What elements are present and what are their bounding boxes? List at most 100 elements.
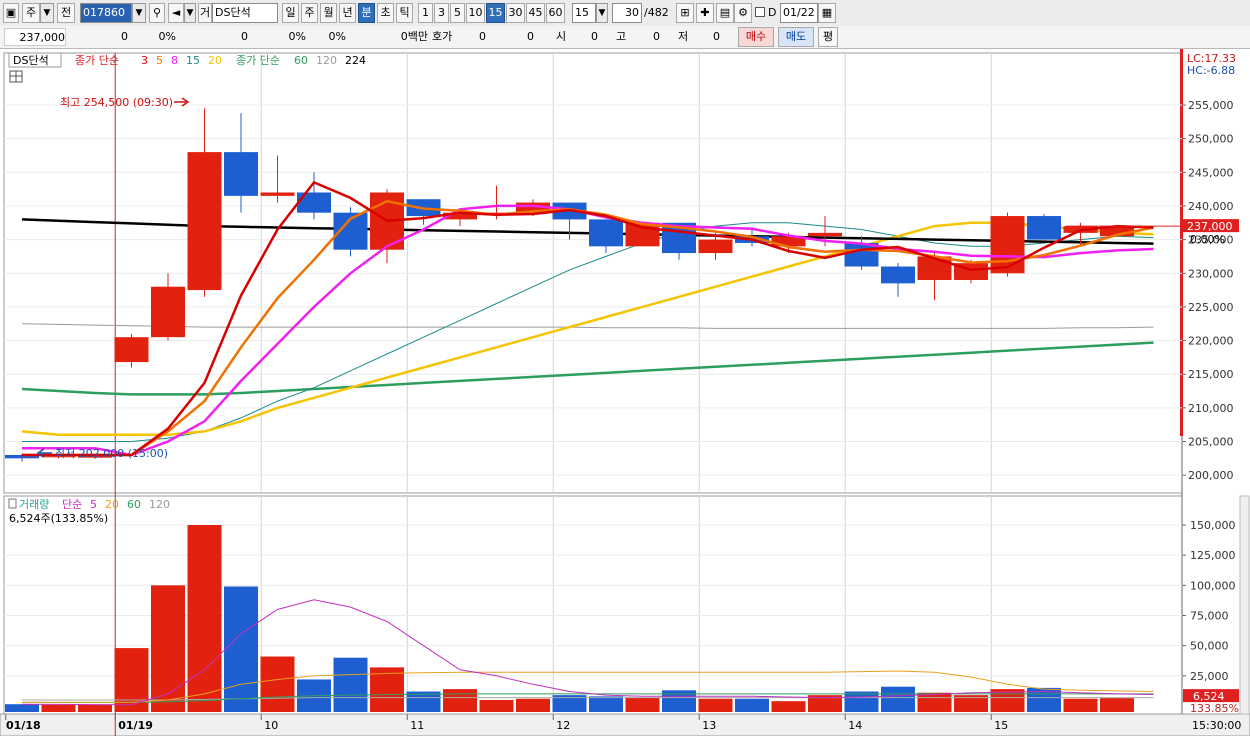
volume-bar <box>881 686 915 712</box>
open-label: 시 <box>556 30 567 43</box>
volume-bar <box>41 704 76 712</box>
gear-icon[interactable]: ⚙ <box>734 3 752 23</box>
volume-bar <box>224 586 258 712</box>
prev-button[interactable]: 전 <box>57 3 75 23</box>
legend-period: 5 <box>156 54 163 67</box>
price-tick-label: 215,000 <box>1188 368 1234 381</box>
calendar-icon[interactable]: ▦ <box>818 3 836 23</box>
period-1-button[interactable]: 주 <box>301 3 318 23</box>
quote-bar: 237,000 0 0% 0 0% 0% 0백만 호가 0 0 시 0 고 0 … <box>0 26 1250 49</box>
legend-period: 20 <box>208 54 222 67</box>
price-tick-label: 200,000 <box>1188 469 1234 482</box>
period-3-button[interactable]: 년 <box>339 3 356 23</box>
chart-svg[interactable]: 255,000250,000245,000240,000235,000230,0… <box>0 49 1250 737</box>
legend2-period: 120 <box>316 54 337 67</box>
market-dropdown-icon[interactable]: ▼ <box>40 3 54 23</box>
volume-value: 0 <box>241 30 248 43</box>
amount-pct: 0% <box>328 30 346 43</box>
volume-bar <box>333 657 368 712</box>
candle-body <box>990 216 1025 274</box>
candle-body <box>187 152 222 291</box>
x-axis-label: 10 <box>264 719 278 732</box>
volume-ma-period: 5 <box>90 498 97 511</box>
current-pct-tag: 0.00% <box>1190 233 1225 246</box>
price-tick-label: 220,000 <box>1188 335 1234 348</box>
candle-body <box>1027 216 1061 240</box>
minute-45-button[interactable]: 45 <box>526 3 545 23</box>
period-0-button[interactable]: 일 <box>282 3 299 23</box>
legend-period: 3 <box>141 54 148 67</box>
x-axis-label: 12 <box>556 719 570 732</box>
x-axis-bar <box>0 713 1250 737</box>
legend-prefix: 종가 단순 <box>75 54 119 67</box>
x-axis-label: 14 <box>848 719 862 732</box>
market-select[interactable]: 주 <box>22 3 40 23</box>
minute-5-button[interactable]: 5 <box>450 3 465 23</box>
speaker-icon[interactable]: ◄ <box>168 3 184 23</box>
legend2-period: 224 <box>345 54 366 67</box>
legend2-period: 60 <box>294 54 308 67</box>
minute-30-button[interactable]: 30 <box>506 3 525 23</box>
volume-scrollbar <box>1239 495 1250 715</box>
price-tick-label: 230,000 <box>1188 267 1234 280</box>
candle-body <box>114 337 149 363</box>
count-input[interactable]: 30 <box>612 3 642 23</box>
current-price: 237,000 <box>4 28 66 46</box>
interval-input[interactable]: 15 <box>572 3 596 23</box>
period-2-button[interactable]: 월 <box>320 3 337 23</box>
price-tick-label: 210,000 <box>1188 402 1234 415</box>
volume-bar <box>1063 698 1098 712</box>
code-dropdown-icon[interactable]: ▼ <box>132 3 146 23</box>
price-tick-label: 250,000 <box>1188 133 1234 146</box>
stock-code-input[interactable]: 017860 <box>80 3 132 23</box>
minute-60-button[interactable]: 60 <box>546 3 565 23</box>
period-4-button[interactable]: 분 <box>358 3 375 23</box>
date-input[interactable]: 01/22 <box>780 3 818 23</box>
low-label: 저 <box>678 30 689 43</box>
save-icon[interactable]: ▤ <box>716 3 734 23</box>
buy-button[interactable]: 매수 <box>738 27 774 47</box>
indicator-name-input[interactable]: DS단석 <box>212 3 278 23</box>
add-indicator-icon[interactable]: ✚ <box>696 3 714 23</box>
price-tick-label: 255,000 <box>1188 99 1234 112</box>
indicator-tag: DS단석 <box>13 54 49 67</box>
d-checkbox[interactable] <box>755 7 765 17</box>
price-tick-label: 225,000 <box>1188 301 1234 314</box>
period-5-button[interactable]: 초 <box>377 3 394 23</box>
volume-tick-label: 75,000 <box>1190 610 1229 623</box>
legend-period: 15 <box>186 54 200 67</box>
interval-dropdown-icon[interactable]: ▼ <box>596 3 608 23</box>
volume-bar <box>917 692 952 712</box>
candle-settings-icon[interactable]: ⊞ <box>676 3 694 23</box>
high-value: 0 <box>653 30 660 43</box>
candle-body <box>297 192 331 213</box>
volume-bar <box>844 691 879 712</box>
amount-value: 0백만 <box>400 30 428 43</box>
chart-area[interactable]: 255,000 250,000 245,000 240,000 235,000 230,0… <box>0 49 1250 737</box>
volume-legend-checkbox <box>8 498 17 509</box>
volume-toggle[interactable]: 거 <box>198 3 212 23</box>
x-axis-label: 01/19 <box>118 719 153 732</box>
legend2-prefix: 종가 단순 <box>236 54 280 67</box>
minute-1-button[interactable]: 1 <box>418 3 433 23</box>
volume-bar <box>443 689 477 712</box>
search-icon[interactable]: ⚲ <box>149 3 165 23</box>
period-6-button[interactable]: 틱 <box>396 3 413 23</box>
volume-ma-period: 120 <box>149 498 170 511</box>
average-button[interactable]: 평 <box>818 27 838 47</box>
candle-body <box>260 192 295 196</box>
change-pct: 0% <box>158 30 176 43</box>
minute-10-button[interactable]: 10 <box>466 3 485 23</box>
window-icon[interactable]: ▣ <box>3 3 19 23</box>
low-annotation: 최저 202,000 (15:00) <box>55 447 168 460</box>
volume-bar <box>479 699 514 712</box>
volume-info: 6,524주(133.85%) <box>9 512 108 525</box>
volume-tick-label: 125,000 <box>1190 549 1236 562</box>
minute-3-button[interactable]: 3 <box>434 3 449 23</box>
volume-bar <box>1100 698 1134 712</box>
current-volume-pct-tag: 133.85% <box>1190 702 1239 715</box>
speaker-dropdown-icon[interactable]: ▼ <box>184 3 196 23</box>
sell-button[interactable]: 매도 <box>778 27 814 47</box>
minute-15-button[interactable]: 15 <box>486 3 505 23</box>
total-count: /482 <box>644 6 669 19</box>
